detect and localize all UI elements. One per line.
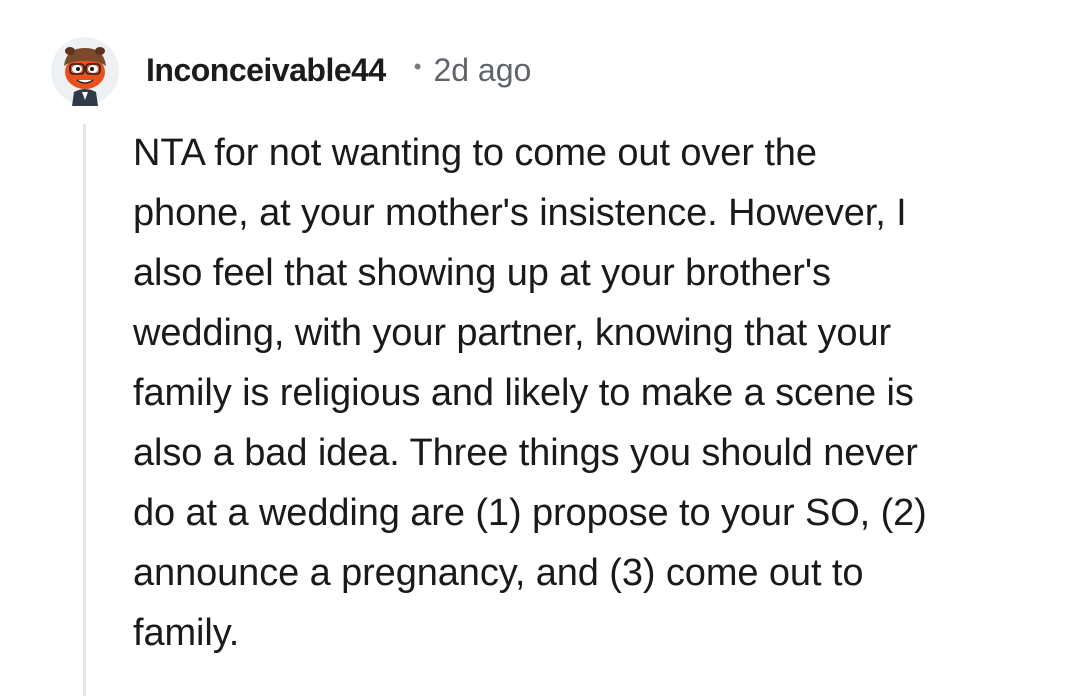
- comment-body: NTA for not wanting to come out over the…: [133, 132, 927, 654]
- comment-timestamp: 2d ago: [433, 51, 532, 88]
- snoo-avatar-icon: [51, 37, 119, 106]
- username-link[interactable]: Inconceivable44: [146, 52, 386, 89]
- thread-collapse-line[interactable]: [83, 124, 86, 696]
- meta-separator: •: [413, 54, 422, 79]
- user-avatar[interactable]: [50, 36, 120, 106]
- comment: Inconceivable44 • 2d ago NTA for not wan…: [0, 0, 1080, 696]
- comment-header: Inconceivable44 • 2d ago: [146, 46, 531, 94]
